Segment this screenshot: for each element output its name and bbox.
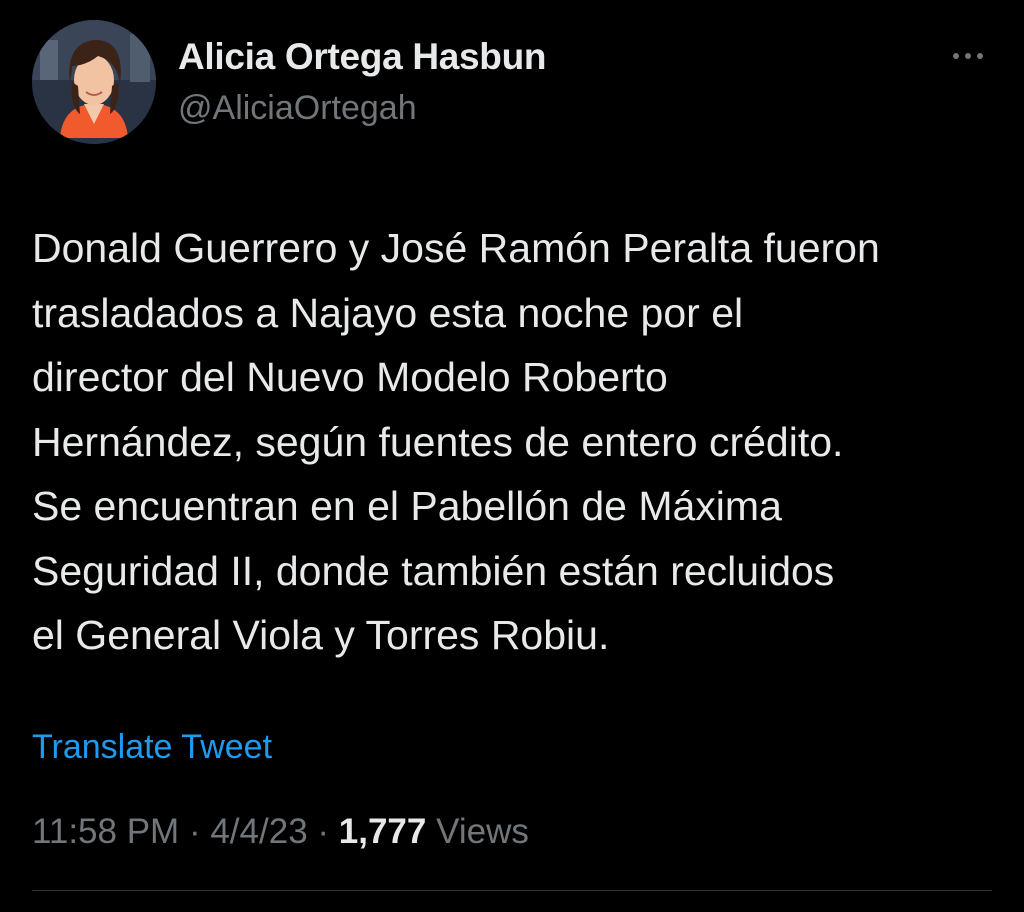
- separator: ·: [317, 812, 330, 851]
- profile-photo-icon: [32, 20, 156, 144]
- tweet-meta: 11:58 PM · 4/4/23 · 1,777 Views: [32, 812, 529, 852]
- tweet-date[interactable]: 4/4/23: [210, 812, 307, 851]
- dot-icon: [953, 53, 959, 59]
- separator: ·: [188, 812, 201, 851]
- avatar[interactable]: [32, 20, 156, 144]
- more-options-icon[interactable]: [946, 40, 990, 72]
- dot-icon: [977, 53, 983, 59]
- author-display-name[interactable]: Alicia Ortega Hasbun: [178, 36, 547, 78]
- tweet-time[interactable]: 11:58 PM: [32, 812, 179, 851]
- views-label[interactable]: Views: [436, 812, 529, 851]
- views-count[interactable]: 1,777: [339, 812, 427, 851]
- author-handle[interactable]: @AliciaOrtegah: [178, 89, 417, 128]
- divider: [32, 890, 992, 891]
- tweet-text: Donald Guerrero y José Ramón Peralta fue…: [32, 225, 880, 658]
- translate-tweet-link[interactable]: Translate Tweet: [32, 728, 272, 767]
- dot-icon: [965, 53, 971, 59]
